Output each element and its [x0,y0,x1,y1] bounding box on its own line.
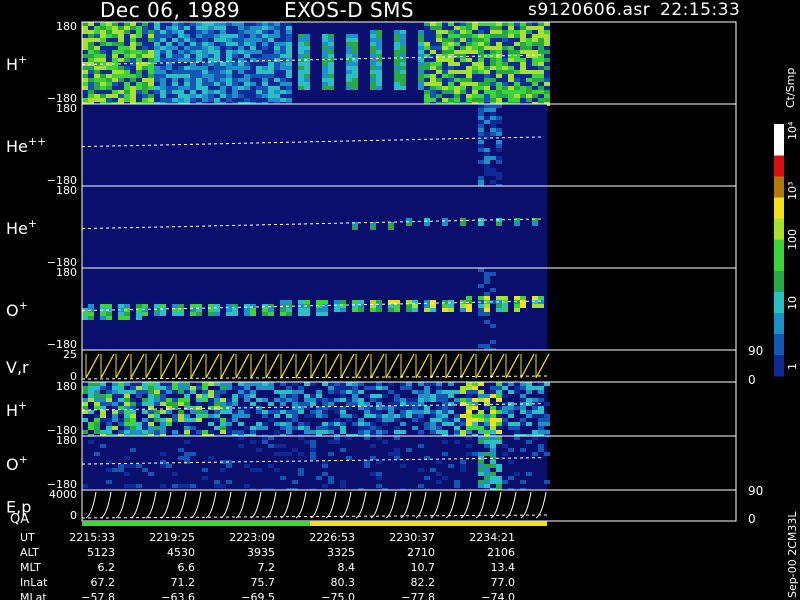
panel-label-sup-2: + [28,217,37,230]
table-cell: 2223:09 [229,531,275,544]
table-cell: −77.8 [401,591,435,600]
table-cell: 13.4 [491,561,516,574]
ytick-top-4: 25 [63,348,77,361]
table-cell: 2219:25 [149,531,195,544]
panel-label-0: H+ [6,53,27,74]
panel-label-sup-3: + [19,299,28,312]
panel-label-sup-5: + [18,399,27,412]
table-row-label: InLat [20,576,48,589]
table-cell: 2230:37 [389,531,435,544]
plot-date: Dec 06, 1989 [100,0,241,22]
qa-label: QA [10,512,29,527]
table-cell: 75.7 [251,576,276,589]
ytick-right-top-4: 90 [748,344,763,358]
table-cell: 71.2 [171,576,196,589]
table-cell: 5123 [87,546,115,559]
panel-label-sup-6: + [19,453,28,466]
panel-label-4: V,r [6,358,29,377]
colorbar-tick-4: 1 [786,363,799,370]
instrument-title: EXOS-D SMS [284,0,415,22]
qa-segment-1 [309,521,547,526]
panel-bg-2 [82,186,547,268]
ytick-right-top-7: 90 [748,484,763,498]
table-cell: 82.2 [411,576,436,589]
panel-bg-1 [82,104,547,186]
table-cell: 2234:21 [469,531,515,544]
ytick-top-0: 180 [56,20,77,33]
table-cell: 2226:53 [309,531,355,544]
panel-label-main-5: H [6,401,18,420]
ytick-right-bottom-7: 0 [748,512,756,526]
table-cell: 8.4 [338,561,356,574]
panel-label-main-1: He [6,137,28,156]
ytick-top-5: 180 [56,380,77,393]
table-row-label: ALT [20,546,39,559]
panel-label-sup-1: ++ [28,135,46,148]
table-cell: 6.6 [178,561,196,574]
table-row-label: MLat [20,591,47,600]
colorbar [774,124,784,377]
colorbar-tick-1: 10³ [786,182,799,200]
ytick-right-bottom-4: 0 [748,373,756,387]
panel-bg-4 [82,350,547,382]
ytick-top-6: 180 [56,434,77,447]
panel-label-main-6: O [6,455,19,474]
ytick-top-1: 180 [56,102,77,115]
table-cell: 2710 [407,546,435,559]
colorbar-tick-2: 100 [786,229,799,250]
table-row-label: UT [20,531,35,544]
table-cell: 3325 [327,546,355,559]
panel-bg-3 [82,268,547,350]
panel-label-2: He+ [6,217,37,238]
table-cell: 3935 [247,546,275,559]
table-row-label: MLT [20,561,41,574]
footer-note: Sep-00 2CM33L [786,511,799,598]
table-cell: 77.0 [491,576,516,589]
file-name: s9120606.asr [528,0,651,20]
panel-label-3: O+ [6,299,28,320]
colorbar-unit: Ct/Smp [784,68,797,108]
table-cell: −74.0 [481,591,515,600]
table-cell: −75.0 [321,591,355,600]
table-cell: 7.2 [258,561,276,574]
panel-label-main-4: V,r [6,358,29,377]
colorbar-tick-0: 10⁴ [786,121,799,140]
table-cell: −57.8 [81,591,115,600]
panel-label-main-2: He [6,219,28,238]
panel-label-sup-0: + [18,53,27,66]
ytick-top-7: 4000 [49,488,77,501]
panel-label-1: He++ [6,135,46,156]
panel-label-5: H+ [6,399,27,420]
table-cell: 80.3 [331,576,356,589]
panel-label-6: O+ [6,453,28,474]
panel-bg-7 [82,490,547,521]
heatmap-cells-5 [82,382,550,438]
plot-time: 22:15:33 [660,0,741,20]
ytick-top-3: 180 [56,266,77,279]
table-cell: 67.2 [91,576,116,589]
table-cell: 2215:33 [69,531,115,544]
colorbar-tick-3: 10 [786,296,799,310]
table-cell: −63.6 [161,591,195,600]
panel-label-main-3: O [6,301,19,320]
table-cell: −69.5 [241,591,275,600]
table-cell: 4530 [167,546,195,559]
exos-d-sms-spectrogram: H+180−180He++180−180He+180−180O+180−180V… [6,20,799,600]
table-cell: 2106 [487,546,515,559]
ytick-top-2: 180 [56,184,77,197]
table-cell: 10.7 [411,561,436,574]
ytick-bottom-7: 0 [70,509,77,522]
table-cell: 6.2 [98,561,116,574]
qa-segment-0 [82,521,310,526]
panel-label-main-0: H [6,55,18,74]
